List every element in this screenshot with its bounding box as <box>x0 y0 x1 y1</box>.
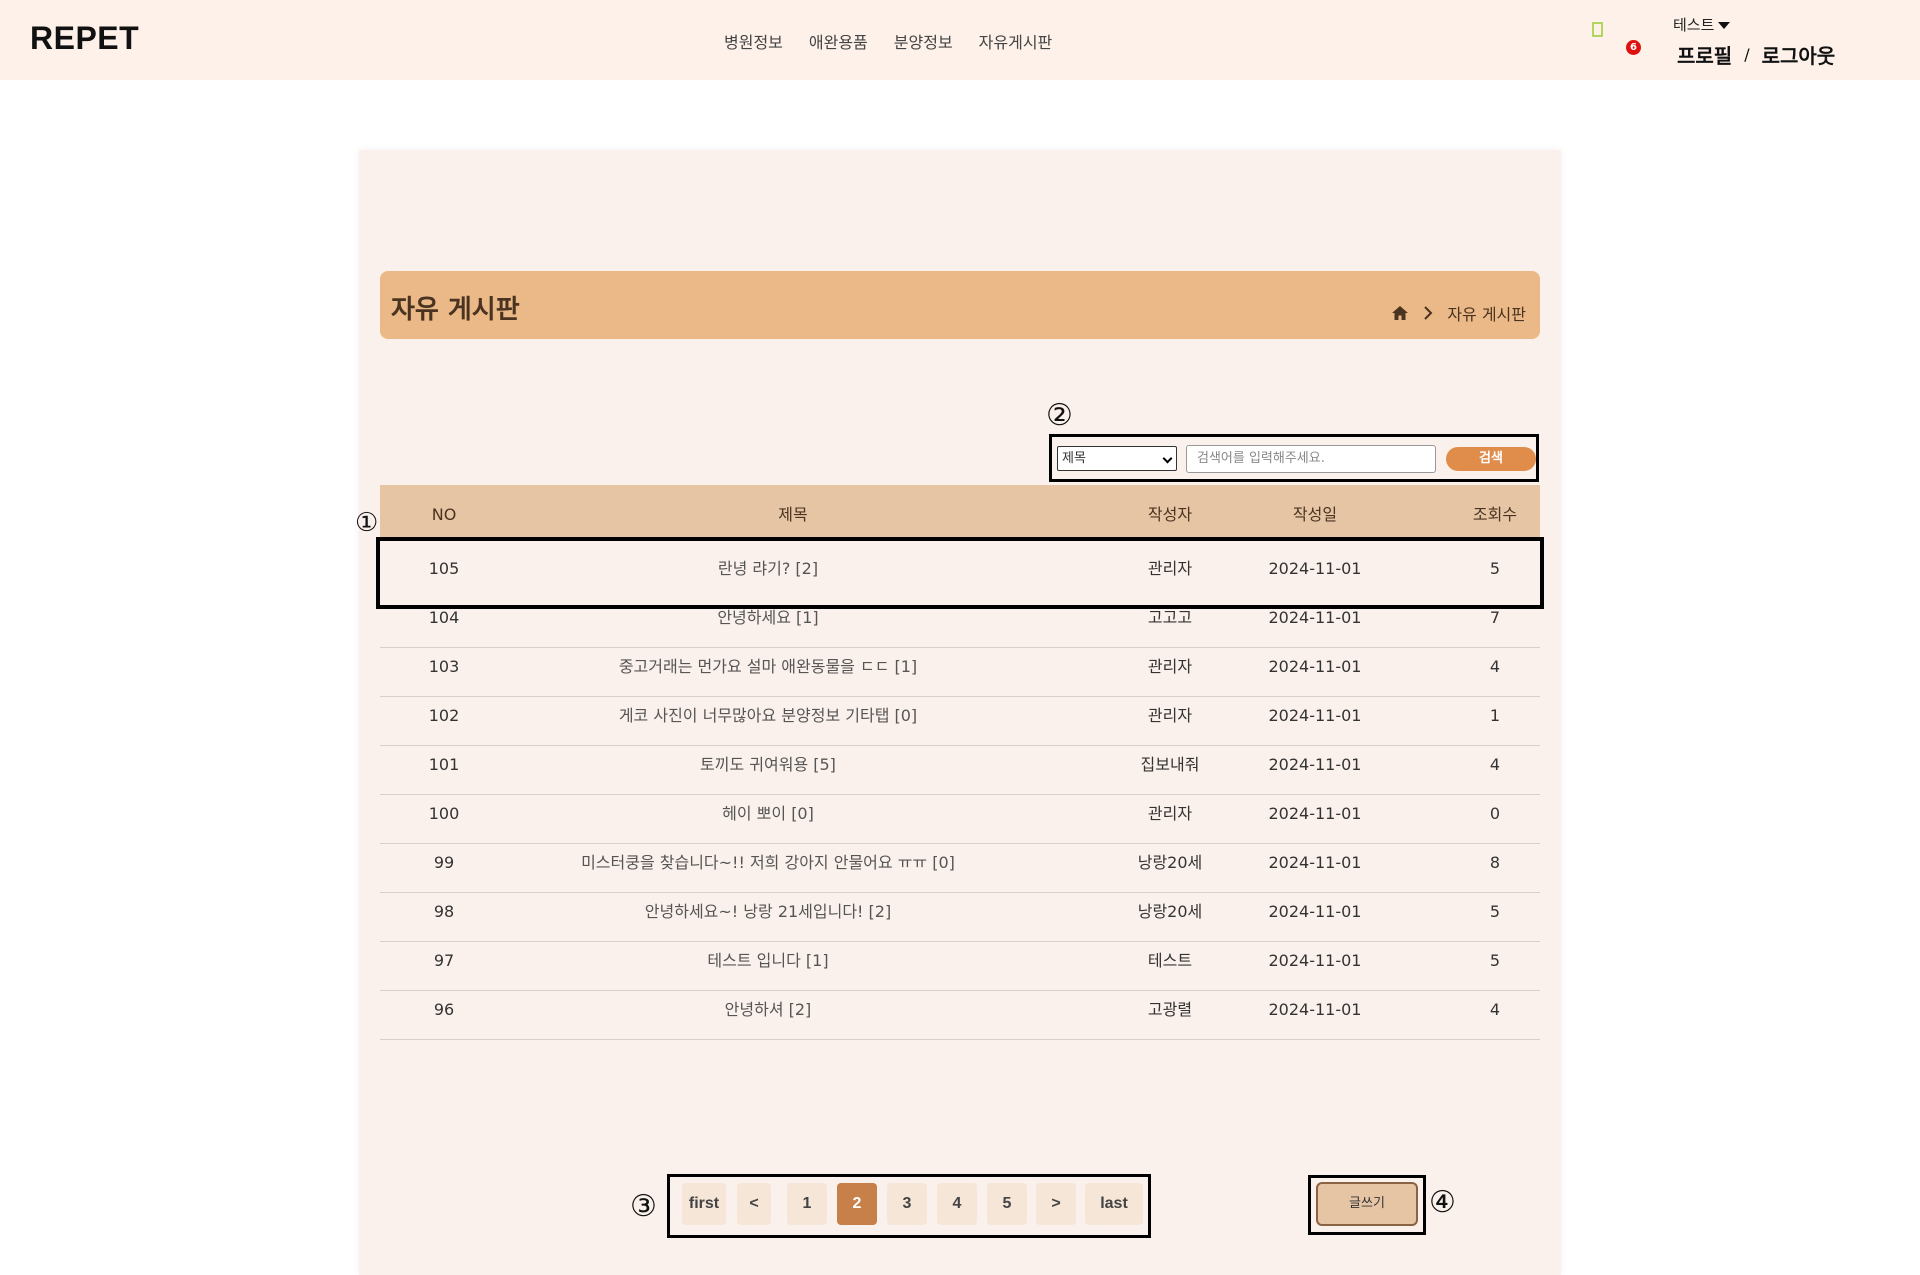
logout-link[interactable]: 로그아웃 <box>1762 40 1836 69</box>
user-links: 프로필 / 로그아웃 <box>1677 40 1835 69</box>
page-item[interactable]: 4 <box>937 1183 977 1225</box>
cart-icon[interactable] <box>1591 20 1605 38</box>
nav-adoption-info[interactable]: 분양정보 <box>894 29 953 53</box>
profile-link[interactable]: 프로필 <box>1677 40 1732 69</box>
marker-2: ② <box>1046 398 1073 433</box>
page-item[interactable]: 5 <box>987 1183 1027 1225</box>
table-row[interactable]: 96 안녕하셔 [2] 고광렬 2024-11-01 4 <box>380 980 1540 1040</box>
chevron-down-icon <box>1162 453 1173 464</box>
header-writer: 작성자 <box>1147 505 1193 524</box>
marker-3: ③ <box>630 1189 657 1224</box>
cell-writer: 고광렬 <box>1147 1000 1193 1019</box>
caret-down-icon <box>1718 22 1731 29</box>
header-date: 작성일 <box>1292 505 1338 524</box>
page-item[interactable]: > <box>1036 1183 1076 1225</box>
search-button[interactable]: 검색 <box>1446 447 1536 471</box>
marker-4: ④ <box>1429 1185 1456 1220</box>
link-separator: / <box>1744 45 1750 64</box>
board-title-bar: 자유 게시판 자유 게시판 <box>380 271 1540 339</box>
post-title-link[interactable]: 안녕하셔 [2] <box>508 980 1028 1040</box>
site-logo[interactable]: REPET <box>30 20 139 57</box>
page-item[interactable]: 1 <box>787 1183 827 1225</box>
page-item[interactable]: < <box>737 1183 771 1225</box>
cell-date: 2024-11-01 <box>1268 1000 1362 1019</box>
main-nav: 병원정보 애완용품 분양정보 자유게시판 <box>724 29 1052 53</box>
nav-hospital-info[interactable]: 병원정보 <box>724 29 783 53</box>
chevron-right-icon <box>1424 306 1433 320</box>
page-title: 자유 게시판 <box>391 295 520 325</box>
page-item[interactable]: last <box>1085 1183 1143 1225</box>
page-item[interactable]: first <box>682 1183 726 1225</box>
highlight-frame <box>376 537 1544 609</box>
breadcrumb-current[interactable]: 자유 게시판 <box>1447 301 1526 325</box>
page-item[interactable]: 2 <box>837 1183 877 1225</box>
marker-1: ① <box>355 508 379 538</box>
cell-no: 96 <box>433 1000 455 1019</box>
search-type-value: 제목 <box>1062 451 1086 466</box>
nav-pet-supplies[interactable]: 애완용품 <box>809 29 868 53</box>
top-header: REPET 병원정보 애완용품 분양정보 자유게시판 6 테스트 프로필 / 로… <box>0 0 1920 80</box>
nav-free-board[interactable]: 자유게시판 <box>979 29 1053 53</box>
breadcrumb: 자유 게시판 <box>1391 301 1526 325</box>
table-header: NO 제목 작성자 작성일 조회수 <box>380 485 1540 538</box>
cart-count-badge: 6 <box>1626 40 1641 55</box>
header-title: 제목 <box>778 505 808 524</box>
user-menu[interactable]: 테스트 <box>1673 14 1731 35</box>
search-input[interactable]: 검색어를 입력해주세요. <box>1186 445 1436 473</box>
write-button[interactable]: 글쓰기 <box>1316 1182 1418 1226</box>
search-type-select[interactable]: 제목 <box>1057 446 1177 471</box>
page-item[interactable]: 3 <box>887 1183 927 1225</box>
search-bar: 제목 검색어를 입력해주세요. 검색 <box>1049 434 1539 482</box>
user-name: 테스트 <box>1673 16 1715 34</box>
header-no: NO <box>431 505 457 524</box>
cell-views: 4 <box>1489 1000 1501 1019</box>
header-views: 조회수 <box>1472 505 1518 524</box>
home-icon[interactable] <box>1391 305 1409 321</box>
